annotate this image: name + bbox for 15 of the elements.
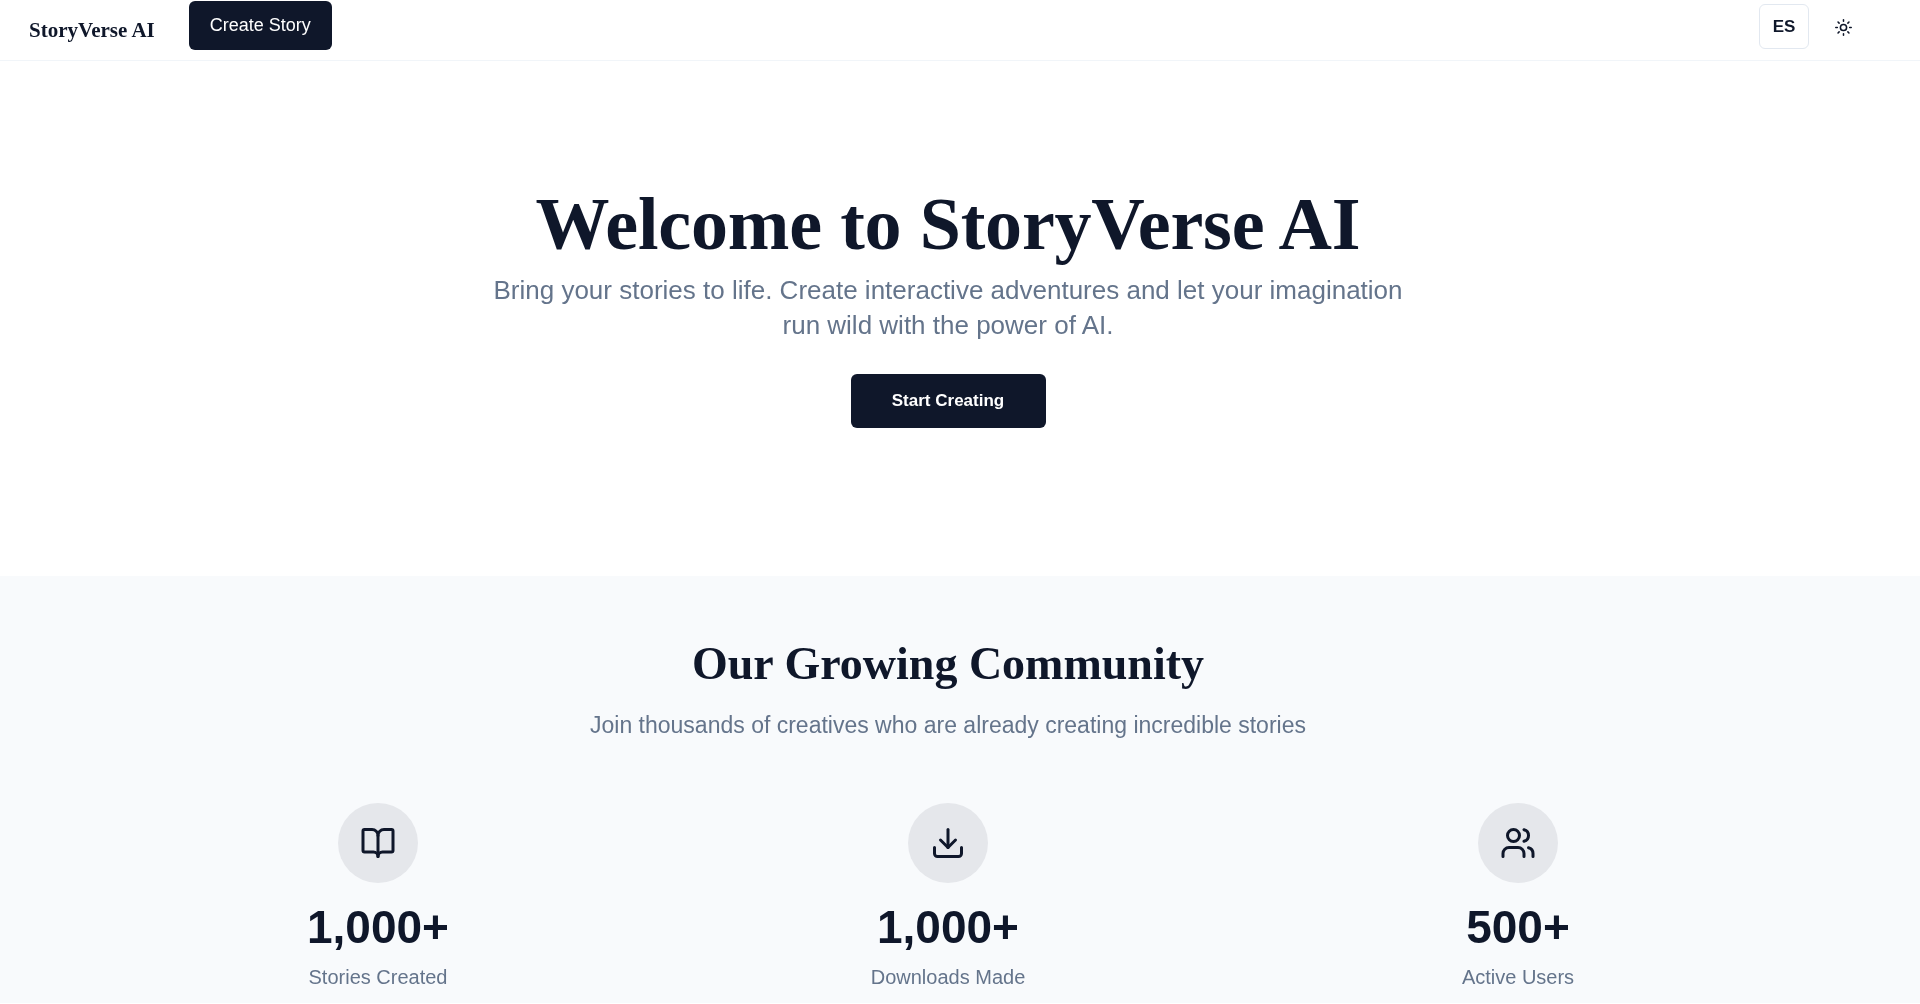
section-subtitle: Join thousands of creatives who are already creating incredible stories — [590, 711, 1306, 740]
stat-label: Stories Created — [308, 965, 448, 990]
stat-label: Active Users — [1461, 965, 1575, 990]
section-title: Our Growing Community — [692, 637, 1204, 691]
start-creating-button[interactable]: Start Creating — [850, 374, 1046, 428]
theme-toggle-sun-icon[interactable] — [1835, 18, 1852, 36]
logo-text: StoryVerse AI — [29, 17, 155, 43]
hero-subtitle: Bring your stories to life. Create interactive adventures and let your imagination run wild with the power of AI. — [492, 274, 1404, 342]
stat-label: Downloads Made — [870, 965, 1026, 990]
language-button[interactable]: ES — [1759, 4, 1809, 49]
hero-title: Welcome to StoryVerse AI — [535, 184, 1361, 265]
stat-value: 500+ — [1466, 900, 1570, 955]
create-story-button[interactable]: Create Story — [188, 1, 332, 50]
stat-value: 1,000+ — [877, 900, 1019, 955]
stat-value: 1,000+ — [307, 900, 449, 955]
